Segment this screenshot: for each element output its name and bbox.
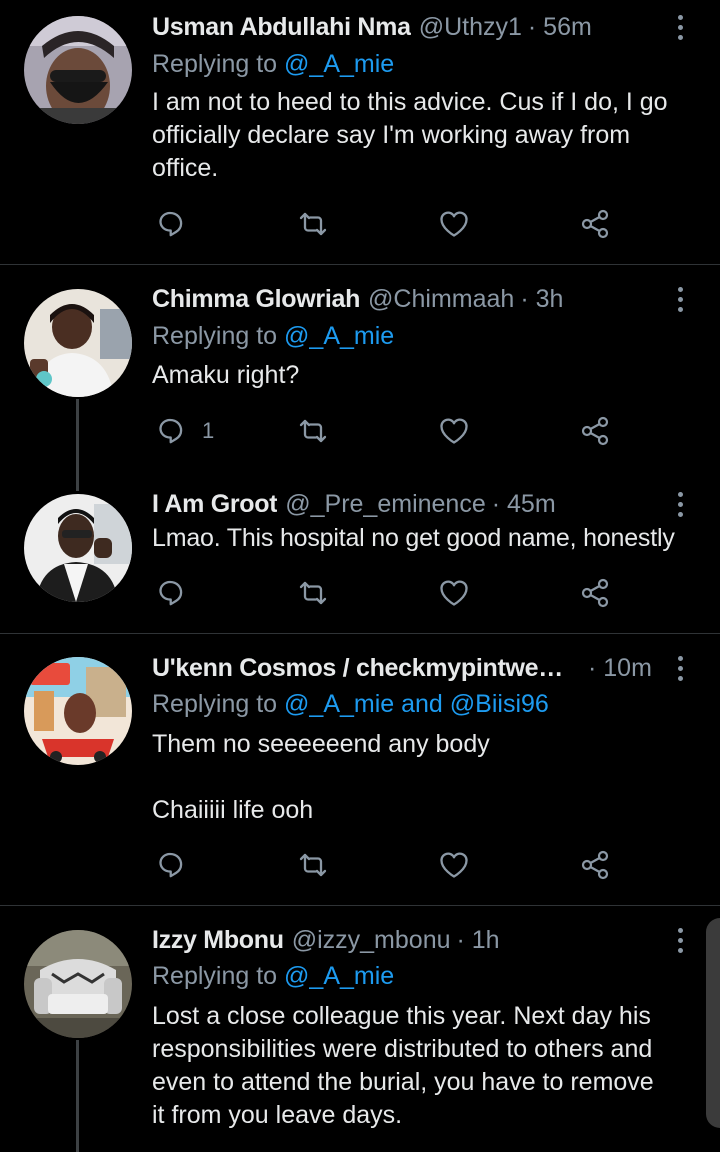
reply-icon bbox=[159, 211, 183, 237]
replying-prefix: Replying to bbox=[152, 962, 285, 990]
tweet-header: Izzy Mbonu @izzy_mbonu · 1h bbox=[152, 923, 666, 957]
timestamp[interactable]: · 10m bbox=[588, 654, 652, 683]
share-icon bbox=[581, 416, 609, 446]
more-dots-icon[interactable] bbox=[668, 487, 692, 521]
timestamp[interactable]: · 56m bbox=[528, 13, 592, 42]
display-name[interactable]: Chimma Glowriah bbox=[152, 285, 360, 314]
display-name[interactable]: Izzy Mbonu bbox=[152, 926, 284, 955]
display-name[interactable]: Usman Abdullahi Nma bbox=[152, 13, 411, 42]
retweet-button[interactable] bbox=[296, 573, 330, 613]
timestamp[interactable]: · 3h bbox=[520, 285, 563, 314]
thread-line bbox=[76, 399, 79, 491]
display-name[interactable]: I Am Groot bbox=[152, 490, 277, 519]
retweet-button[interactable] bbox=[296, 845, 330, 885]
reply-icon bbox=[159, 852, 183, 878]
tweet-text: Lost a close colleague this year. Next d… bbox=[152, 1002, 654, 1129]
action-bar bbox=[152, 204, 632, 244]
retweet-icon bbox=[299, 419, 327, 443]
reply-icon bbox=[159, 580, 183, 606]
share-button[interactable] bbox=[578, 573, 612, 613]
reply-count: 1 bbox=[202, 418, 215, 443]
heart-icon bbox=[440, 852, 468, 878]
tweet-header: Chimma Glowriah @Chimmaah · 3h bbox=[152, 282, 666, 316]
more-dots-icon[interactable] bbox=[668, 282, 692, 316]
avatar[interactable] bbox=[24, 289, 132, 397]
replying-to: Replying to @_A_mie bbox=[152, 960, 394, 992]
avatar[interactable] bbox=[24, 657, 132, 765]
like-button[interactable] bbox=[437, 845, 471, 885]
mention-link[interactable]: @_A_mie bbox=[284, 322, 394, 350]
avatar[interactable] bbox=[24, 16, 132, 124]
reply-button[interactable] bbox=[154, 845, 202, 885]
heart-icon bbox=[440, 211, 468, 237]
retweet-button[interactable] bbox=[296, 411, 330, 451]
tweet-header: Usman Abdullahi Nma @Uthzy1 · 56m bbox=[152, 10, 666, 44]
user-handle[interactable]: @_Pre_eminence bbox=[285, 490, 486, 519]
retweet-icon bbox=[299, 212, 327, 236]
tweet-header: I Am Groot @_Pre_eminence · 45m bbox=[152, 487, 666, 521]
thread-line bbox=[76, 1040, 79, 1152]
replying-to: Replying to @_A_mie bbox=[152, 320, 394, 352]
share-button[interactable] bbox=[578, 204, 612, 244]
mention-link[interactable]: @_A_mie bbox=[284, 50, 394, 78]
reply-button[interactable] bbox=[154, 573, 202, 613]
tweet-text: Lmao. This hospital no get good name, ho… bbox=[152, 524, 675, 552]
share-icon bbox=[581, 850, 609, 880]
mention-link[interactable]: @_A_mie bbox=[284, 962, 394, 990]
heart-icon bbox=[440, 418, 468, 444]
replying-prefix: Replying to bbox=[152, 690, 285, 718]
tweet-text: Them no seeeeeend any body Chaiiiii life… bbox=[152, 730, 490, 824]
tweet[interactable]: Usman Abdullahi Nma @Uthzy1 · 56m Replyi… bbox=[0, 0, 720, 265]
replying-prefix: Replying to bbox=[152, 322, 285, 350]
reply-icon bbox=[159, 418, 183, 444]
avatar[interactable] bbox=[24, 930, 132, 1038]
replying-to: Replying to @_A_mie bbox=[152, 48, 394, 80]
action-bar bbox=[152, 845, 632, 885]
timestamp[interactable]: · 45m bbox=[492, 490, 556, 519]
avatar[interactable] bbox=[24, 494, 132, 602]
tweet[interactable]: Izzy Mbonu @izzy_mbonu · 1h Replying to … bbox=[0, 906, 720, 1152]
tweet[interactable]: I Am Groot @_Pre_eminence · 45m Lmao. Th… bbox=[0, 485, 720, 633]
tweet[interactable]: U'kenn Cosmos / checkmypintweet ... · 10… bbox=[0, 634, 720, 906]
display-name[interactable]: U'kenn Cosmos / checkmypintweet ... bbox=[152, 654, 572, 683]
like-button[interactable] bbox=[437, 573, 471, 613]
user-handle[interactable]: @Uthzy1 bbox=[419, 13, 522, 42]
user-handle[interactable]: @izzy_mbonu bbox=[292, 926, 451, 955]
retweet-icon bbox=[299, 581, 327, 605]
like-button[interactable] bbox=[437, 411, 471, 451]
mention-link[interactable]: @_A_mie and @Biisi96 bbox=[284, 690, 549, 718]
share-icon bbox=[581, 209, 609, 239]
more-dots-icon[interactable] bbox=[668, 651, 692, 685]
share-button[interactable] bbox=[578, 845, 612, 885]
action-bar bbox=[152, 573, 632, 613]
replying-to: Replying to @_A_mie and @Biisi96 bbox=[152, 688, 549, 720]
heart-icon bbox=[440, 580, 468, 606]
tweet-text: I am not to heed to this advice. Cus if … bbox=[152, 88, 668, 182]
tweet[interactable]: Chimma Glowriah @Chimmaah · 3h Replying … bbox=[0, 265, 720, 491]
action-bar: 1 bbox=[152, 411, 632, 451]
tweet-header: U'kenn Cosmos / checkmypintweet ... · 10… bbox=[152, 651, 666, 685]
more-dots-icon[interactable] bbox=[668, 923, 692, 957]
tweet-text: Amaku right? bbox=[152, 361, 300, 389]
reply-button[interactable] bbox=[154, 204, 202, 244]
share-icon bbox=[581, 578, 609, 608]
reply-button[interactable]: 1 bbox=[154, 411, 214, 451]
timestamp[interactable]: · 1h bbox=[457, 926, 500, 955]
replying-prefix: Replying to bbox=[152, 50, 285, 78]
more-dots-icon[interactable] bbox=[668, 10, 692, 44]
retweet-icon bbox=[299, 853, 327, 877]
retweet-button[interactable] bbox=[296, 204, 330, 244]
like-button[interactable] bbox=[437, 204, 471, 244]
share-button[interactable] bbox=[578, 411, 612, 451]
scrollbar[interactable] bbox=[706, 918, 720, 1128]
user-handle[interactable]: @Chimmaah bbox=[368, 285, 514, 314]
